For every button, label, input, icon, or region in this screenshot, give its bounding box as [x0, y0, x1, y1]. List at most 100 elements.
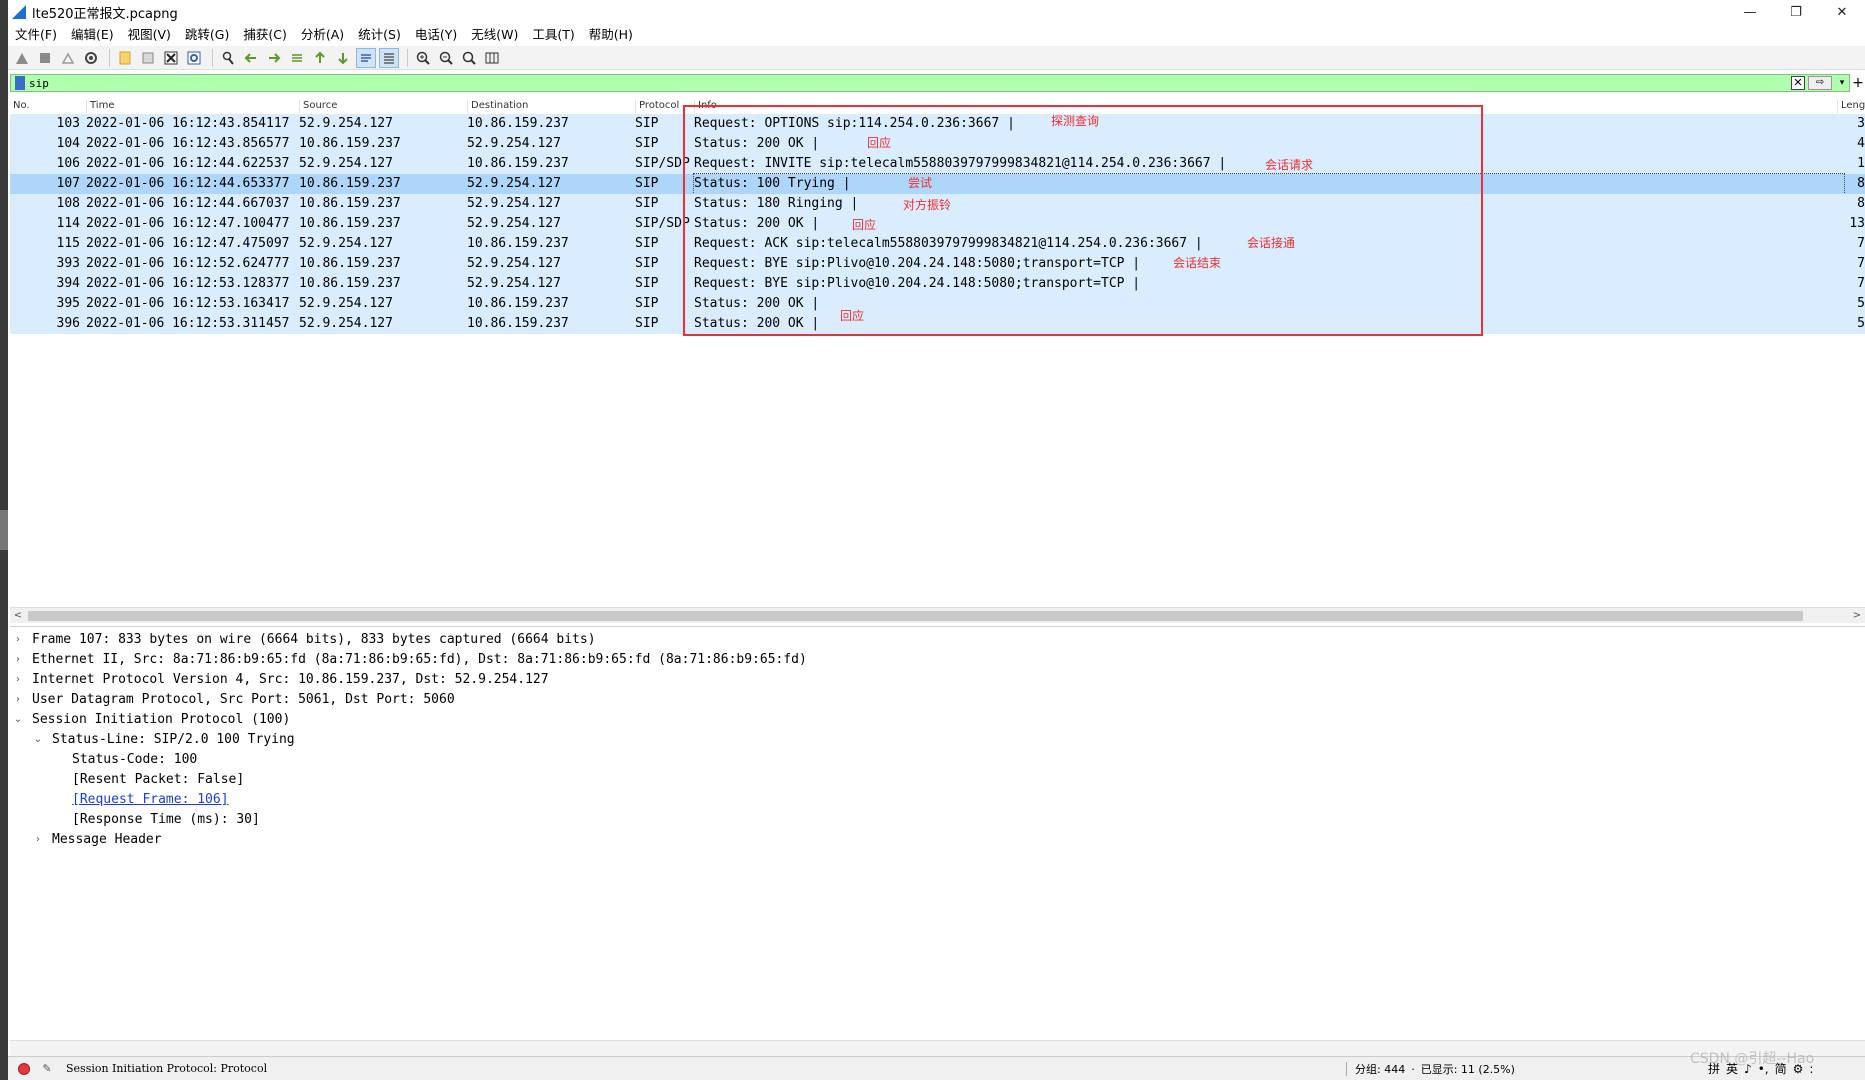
tree-item-request-frame-link[interactable]: [Request Frame: 106] [72, 790, 229, 810]
packet-list-hscrollbar[interactable]: < > [10, 607, 1865, 623]
stop-capture-icon[interactable] [35, 48, 55, 68]
go-forward-icon[interactable] [264, 48, 284, 68]
filter-history-dropdown-icon[interactable]: ▾ [1835, 78, 1849, 88]
menu-statistics[interactable]: 统计(S) [351, 24, 408, 46]
expert-info-led-icon[interactable] [18, 1062, 30, 1075]
packet-row[interactable]: 115 2022-01-06 16:12:47.475097 52.9.254.12… [10, 234, 1865, 254]
expand-chevron-icon[interactable]: › [12, 650, 24, 670]
packet-row[interactable]: 107 2022-01-06 16:12:44.653377 10.86.159.2… [10, 173, 1865, 195]
packet-details-tree: › Frame 107: 833 bytes on wire (6664 bit… [10, 626, 1865, 1036]
resize-columns-icon[interactable] [482, 48, 502, 68]
filter-bookmark-icon[interactable] [15, 76, 25, 90]
menu-tools[interactable]: 工具(T) [525, 24, 581, 46]
expand-chevron-icon[interactable]: › [32, 830, 44, 850]
reload-file-icon[interactable] [184, 48, 204, 68]
packet-length: 5 [1857, 316, 1865, 331]
column-header-protocol[interactable]: Protocol [635, 100, 693, 113]
maximize-button[interactable]: ❐ [1773, 0, 1819, 24]
go-to-packet-icon[interactable] [287, 48, 307, 68]
close-button[interactable]: ✕ [1819, 0, 1865, 24]
column-header-time[interactable]: Time [86, 100, 298, 113]
save-file-icon[interactable] [138, 48, 158, 68]
menu-telephony[interactable]: 电话(Y) [408, 24, 464, 46]
find-packet-icon[interactable] [218, 48, 238, 68]
expand-chevron-icon[interactable]: › [12, 690, 24, 710]
column-header-info[interactable]: Info [694, 100, 1844, 113]
tree-item-ip[interactable]: Internet Protocol Version 4, Src: 10.86.… [32, 670, 549, 690]
tree-item-ethernet[interactable]: Ethernet II, Src: 8a:71:86:b9:65:fd (8a:… [32, 650, 807, 670]
scroll-left-icon[interactable]: < [10, 608, 26, 624]
apply-filter-icon[interactable]: ⇨ [1808, 76, 1832, 90]
packet-info: Status: 180 Ringing | [694, 196, 859, 211]
packet-no: 106 [56, 156, 80, 171]
collapse-chevron-icon[interactable]: ⌄ [12, 710, 24, 730]
colorize-icon[interactable] [379, 47, 399, 68]
packet-source: 10.86.159.237 [299, 176, 401, 191]
edit-comment-icon[interactable]: ✎ [40, 1062, 54, 1076]
zoom-in-icon[interactable] [413, 48, 433, 68]
tree-item-udp[interactable]: User Datagram Protocol, Src Port: 5061, … [32, 690, 455, 710]
menu-capture[interactable]: 捕获(C) [236, 24, 293, 46]
packet-length: 7 [1857, 256, 1865, 271]
tree-item-response-time[interactable]: [Response Time (ms): 30] [72, 810, 260, 830]
packet-row[interactable]: 104 2022-01-06 16:12:43.856577 10.86.159.2… [10, 134, 1865, 154]
menu-analyze[interactable]: 分析(A) [294, 24, 351, 46]
tree-item-resent[interactable]: [Resent Packet: False] [72, 770, 244, 790]
zoom-normal-icon[interactable] [459, 48, 479, 68]
menu-view[interactable]: 视图(V) [121, 24, 178, 46]
column-header-source[interactable]: Source [299, 100, 467, 113]
packet-row[interactable]: 395 2022-01-06 16:12:53.163417 52.9.254.12… [10, 294, 1865, 314]
expand-chevron-icon[interactable]: › [12, 630, 24, 650]
status-dot: · [1411, 1062, 1415, 1076]
packet-row[interactable]: 396 2022-01-06 16:12:53.311457 52.9.254.12… [10, 314, 1865, 334]
minimize-button[interactable]: — [1727, 0, 1773, 24]
annotation-reply: 回应 [852, 218, 877, 232]
shark-fin-start-icon[interactable] [12, 48, 32, 68]
tree-item-message-header[interactable]: Message Header [52, 830, 162, 850]
packet-row[interactable]: 393 2022-01-06 16:12:52.624777 10.86.159.2… [10, 254, 1865, 274]
column-header-length[interactable]: Leng [1837, 100, 1865, 113]
tree-item-frame[interactable]: Frame 107: 833 bytes on wire (6664 bits)… [32, 630, 596, 650]
packet-protocol: SIP/SDP [635, 216, 690, 231]
restart-capture-icon[interactable] [58, 48, 78, 68]
window-title: lte520正常报文.pcapng [32, 6, 178, 22]
packet-source: 10.86.159.237 [299, 216, 401, 231]
open-file-icon[interactable] [115, 48, 135, 68]
status-packets-count: 分组: 444 [1355, 1063, 1406, 1076]
packet-row[interactable]: 103 2022-01-06 16:12:43.854117 52.9.254.12… [10, 114, 1865, 134]
packet-row[interactable]: 114 2022-01-06 16:12:47.100477 10.86.159.2… [10, 214, 1865, 234]
menu-help[interactable]: 帮助(H) [582, 24, 640, 46]
packet-source: 52.9.254.127 [299, 296, 393, 311]
tree-item-status-code[interactable]: Status-Code: 100 [72, 750, 197, 770]
collapse-chevron-icon[interactable]: ⌄ [32, 730, 44, 750]
packet-row[interactable]: 394 2022-01-06 16:12:53.128377 10.86.159.2… [10, 274, 1865, 294]
wireshark-fin-icon [12, 5, 26, 19]
tree-item-status-line[interactable]: Status-Line: SIP/2.0 100 Trying [52, 730, 295, 750]
close-file-icon[interactable] [161, 48, 181, 68]
packet-destination: 10.86.159.237 [467, 116, 569, 131]
packet-time: 2022-01-06 16:12:53.163417 [86, 296, 290, 311]
display-filter-input[interactable] [29, 75, 1791, 91]
go-back-icon[interactable] [241, 48, 261, 68]
column-header-no[interactable]: No. [10, 100, 80, 113]
menu-wireless[interactable]: 无线(W) [464, 24, 525, 46]
clear-filter-icon[interactable]: ✕ [1791, 76, 1805, 90]
scroll-right-icon[interactable]: > [1849, 608, 1865, 624]
packet-time: 2022-01-06 16:12:44.622537 [86, 156, 290, 171]
go-last-icon[interactable] [333, 48, 353, 68]
menu-file[interactable]: 文件(F) [8, 24, 64, 46]
column-header-destination[interactable]: Destination [467, 100, 635, 113]
auto-scroll-icon[interactable] [356, 47, 376, 68]
add-filter-button[interactable]: + [1851, 74, 1865, 92]
packet-row[interactable]: 106 2022-01-06 16:12:44.622537 52.9.254.12… [10, 154, 1865, 174]
menu-go[interactable]: 跳转(G) [178, 24, 236, 46]
expand-chevron-icon[interactable]: › [12, 670, 24, 690]
tree-item-sip[interactable]: Session Initiation Protocol (100) [32, 710, 290, 730]
capture-options-icon[interactable] [81, 48, 101, 68]
menu-edit[interactable]: 编辑(E) [64, 24, 121, 46]
go-first-icon[interactable] [310, 48, 330, 68]
scrollbar-thumb[interactable] [28, 611, 1803, 621]
zoom-out-icon[interactable] [436, 48, 456, 68]
details-hscrollbar[interactable] [10, 1040, 1865, 1056]
packet-time: 2022-01-06 16:12:53.128377 [86, 276, 290, 291]
